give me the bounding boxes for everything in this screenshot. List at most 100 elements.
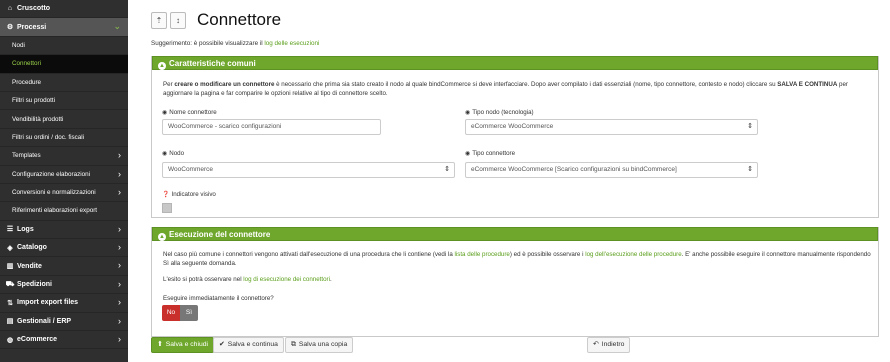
- color-swatch[interactable]: [162, 203, 172, 213]
- sidebar-item-ecommerce[interactable]: ◍ eCommerce ›: [0, 331, 128, 350]
- sidebar-item-label: Procedure: [12, 78, 42, 86]
- sidebar-item-filtri-su-prodotti[interactable]: Filtri su prodotti: [0, 92, 128, 111]
- panel-header[interactable]: ▲ Caratteristiche comuni: [152, 56, 878, 70]
- sidebar-item-label: Cruscotto: [17, 5, 51, 13]
- sidebar-item-vendibilit-prodotti[interactable]: Vendibilità prodotti: [0, 110, 128, 129]
- chevron-right-icon: ›: [118, 150, 121, 161]
- desc-bold: creare o modificare un connettore: [174, 81, 275, 88]
- sort-button[interactable]: ↕: [170, 11, 186, 29]
- nome-connettore-label: ◉ Nome connettore: [162, 109, 217, 116]
- nodo-select[interactable]: WooCommerce ⇕: [162, 162, 455, 178]
- sort-up-button[interactable]: ⇡: [151, 11, 167, 29]
- undo-icon: ↶: [593, 341, 599, 348]
- tipo-nodo-label: ◉ Tipo nodo (tecnologia): [465, 109, 534, 116]
- sidebar-item-label: Connettori: [12, 60, 42, 68]
- sidebar-item-vendite[interactable]: ▥ Vendite ›: [0, 257, 128, 276]
- back-button[interactable]: ↶ Indietro: [587, 337, 631, 353]
- title-row: ⇡ ↕ Connettore: [151, 10, 281, 30]
- sidebar-item-label: Conversioni e normalizzazioni: [12, 189, 96, 197]
- sidebar-item-processi[interactable]: ⚙ Processi ⌄: [0, 18, 128, 37]
- sidebar-item-label: Import export files: [17, 299, 79, 307]
- sidebar-item-connettori[interactable]: Connettori: [0, 55, 128, 74]
- sidebar-item-logs[interactable]: ☰ Logs ›: [0, 221, 128, 240]
- nome-connettore-input[interactable]: WooCommerce - scarico configurazioni: [162, 119, 381, 135]
- upload-icon: ⬆: [157, 341, 163, 348]
- save-close-button[interactable]: ⬆ Salva e chiudi: [151, 337, 215, 353]
- sidebar-item-catalogo[interactable]: ◈ Catalogo ›: [0, 239, 128, 258]
- select-arrows-icon: ⇕: [747, 166, 753, 173]
- eye-icon: ◉: [465, 151, 471, 157]
- tipo-connettore-value: eCommerce WooCommerce [Scarico configura…: [471, 166, 677, 173]
- chevron-right-icon: ›: [118, 223, 121, 234]
- chevron-right-icon: ›: [118, 334, 121, 345]
- sidebar-item-configurazione-elaborazioni[interactable]: Configurazione elaborazioni ›: [0, 166, 128, 184]
- upload-icon: ⇅: [7, 299, 13, 307]
- page-title: Connettore: [197, 10, 282, 29]
- si-option[interactable]: Sì: [180, 305, 198, 321]
- sidebar-item-import-export-files[interactable]: ⇅ Import export files ›: [0, 294, 128, 313]
- panel-caratteristiche-comuni: ▲ Caratteristiche comuni Per creare o mod…: [151, 56, 879, 218]
- sidebar-item-label: Nodi: [12, 41, 25, 49]
- execution-description: Nel caso più comune i connettori vengono…: [163, 251, 871, 267]
- sidebar-item-label: Filtri su ordini / doc. fiscali: [12, 133, 85, 141]
- sidebar-item-label: Vendite: [17, 262, 42, 270]
- chevron-up-icon: ▲: [158, 233, 166, 241]
- select-arrows-icon: ⇕: [444, 166, 450, 173]
- execute-toggle[interactable]: No Sì: [162, 305, 198, 321]
- copy-icon: ⧉: [291, 341, 296, 348]
- no-option[interactable]: No: [162, 305, 180, 321]
- log-esecuzioni-link[interactable]: log delle esecuzioni: [264, 40, 319, 47]
- panel-title: Esecuzione del connettore: [169, 230, 271, 239]
- sidebar-item-label: Templates: [12, 152, 41, 160]
- home-icon: ⌂: [7, 5, 13, 13]
- sidebar-item-label: Processi: [17, 23, 47, 31]
- tipo-nodo-value: eCommerce WooCommerce: [471, 123, 554, 130]
- sidebar-item-conversioni-e-normalizzazioni[interactable]: Conversioni e normalizzazioni ›: [0, 184, 128, 203]
- panel-title: Caratteristiche comuni: [169, 59, 256, 68]
- sidebar-item-templates[interactable]: Templates ›: [0, 147, 128, 166]
- panel-description: Per creare o modificare un connettore è …: [163, 80, 878, 98]
- execute-question: Eseguire immediatamente il connettore?: [163, 295, 274, 302]
- save-continue-button[interactable]: ✔ Salva e continua: [213, 337, 284, 353]
- desc-text: Per: [163, 81, 175, 88]
- list-icon: ☰: [6, 226, 14, 234]
- chevron-right-icon: ›: [118, 297, 121, 308]
- chevron-right-icon: ›: [118, 242, 121, 253]
- tipo-nodo-select[interactable]: eCommerce WooCommerce ⇕: [465, 119, 758, 135]
- tipo-connettore-label: ◉ Tipo connettore: [465, 150, 516, 157]
- lista-procedure-link[interactable]: lista delle procedure: [454, 251, 509, 258]
- tag-icon: ◈: [7, 244, 13, 252]
- sidebar-item-label: Spedizioni: [17, 281, 52, 289]
- panel-header[interactable]: ▲ Esecuzione del connettore: [152, 227, 878, 241]
- chevron-up-icon: ▲: [158, 62, 166, 70]
- tipo-connettore-select[interactable]: eCommerce WooCommerce [Scarico configura…: [465, 162, 758, 178]
- log-connettori-link[interactable]: log di esecuzione dei connettori: [243, 276, 330, 283]
- sidebar-item-procedure[interactable]: Procedure: [0, 74, 128, 92]
- sidebar: ⌂ Cruscotto ⚙ Processi ⌄ Nodi Connettori Proced…: [0, 0, 128, 362]
- panel-esecuzione-connettore: ▲ Esecuzione del connettore Nel caso più …: [151, 227, 879, 337]
- chevron-right-icon: ›: [118, 278, 121, 289]
- hint-text: Suggerimento: è possibile visualizzare i…: [151, 40, 319, 47]
- sidebar-item-filtri-su-ordini-doc-fiscali[interactable]: Filtri su ordini / doc. fiscali: [0, 129, 128, 148]
- sidebar-item-label: Riferimenti elaborazioni export: [12, 207, 98, 215]
- sidebar-item-cruscotto[interactable]: ⌂ Cruscotto: [0, 0, 128, 19]
- desc-text: è necessario che prima sia stato creato …: [274, 81, 778, 88]
- chevron-right-icon: ›: [118, 186, 121, 197]
- sidebar-item-label: Filtri su prodotti: [12, 97, 56, 105]
- sidebar-item-riferimenti-elaborazioni-export[interactable]: Riferimenti elaborazioni export: [0, 202, 128, 221]
- log-procedure-link[interactable]: log dell'esecuzione delle procedure: [585, 251, 681, 258]
- sidebar-item-nodi[interactable]: Nodi: [0, 37, 128, 56]
- main-content: ⇡ ↕ Connettore Suggerimento: è possibile…: [128, 0, 890, 362]
- sidebar-item-label: eCommerce: [17, 336, 58, 344]
- chevron-right-icon: ›: [118, 168, 121, 179]
- indicatore-visivo-label: ❓ Indicatore visivo: [162, 191, 216, 198]
- truck-icon: ⛟: [5, 281, 15, 289]
- sidebar-item-spedizioni[interactable]: ⛟ Spedizioni ›: [0, 276, 128, 295]
- save-copy-button[interactable]: ⧉ Salva una copia: [285, 337, 354, 353]
- sidebar-item-gestionali-erp[interactable]: ▤ Gestionali / ERP ›: [0, 313, 128, 332]
- sidebar-item-label: Logs: [17, 225, 34, 233]
- nodo-value: WooCommerce: [168, 166, 214, 173]
- chevron-right-icon: ›: [118, 260, 121, 271]
- hint-prefix: Suggerimento: è possibile visualizzare i…: [151, 40, 265, 47]
- eye-icon: ◉: [465, 110, 471, 116]
